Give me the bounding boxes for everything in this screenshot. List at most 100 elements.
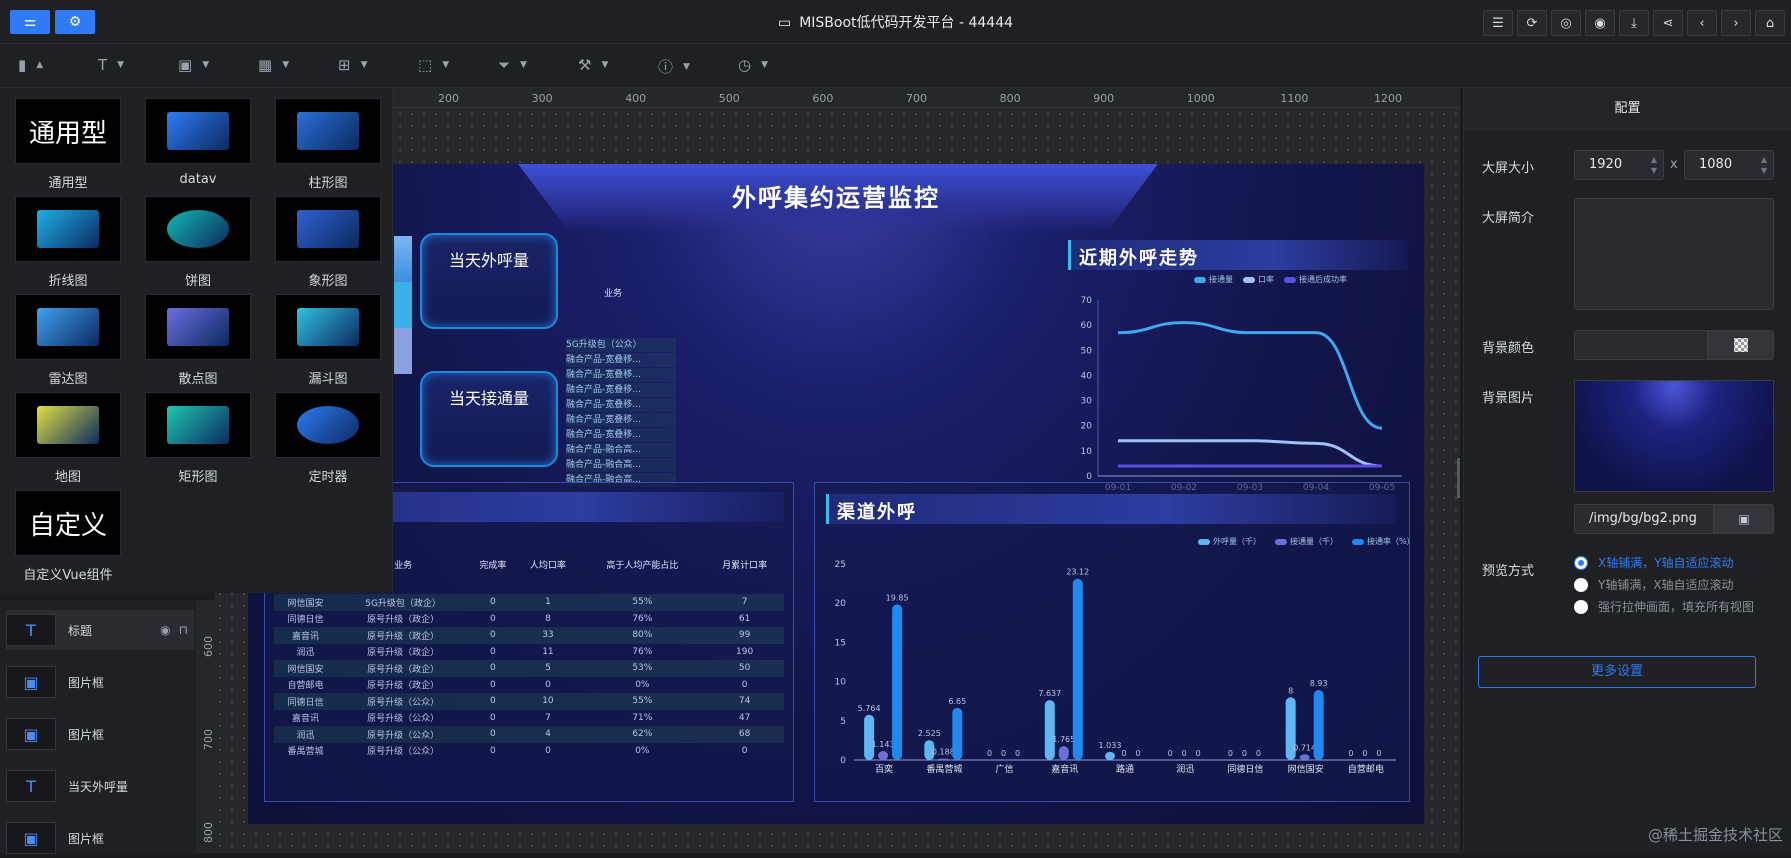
radio-dot[interactable] (1574, 556, 1588, 570)
palette-item[interactable]: 定时器 (275, 392, 381, 485)
palette-label: 折线图 (15, 270, 121, 289)
table-tool[interactable]: ⊞▼ (338, 56, 368, 74)
border-tool[interactable]: ⬚▼ (418, 56, 449, 74)
table-cell: 55% (579, 693, 705, 710)
tab-config[interactable]: 配置 (1464, 88, 1791, 130)
palette-item[interactable]: datav (145, 98, 251, 187)
bar-value-label: 0 (1015, 749, 1020, 758)
screen-width-value: 1920 (1589, 157, 1622, 172)
refresh-icon[interactable]: ⟳ (1517, 10, 1547, 36)
palette-item[interactable]: 散点图 (145, 294, 251, 387)
palette-label: 雷达图 (15, 368, 121, 387)
screen-height-input[interactable]: 1080▲▼ (1684, 150, 1774, 180)
palette-item[interactable]: 象形图 (275, 196, 381, 289)
palette-label: 散点图 (145, 368, 251, 387)
table-row: 番禺营城原号升级（公众）000%0 (274, 743, 784, 760)
mini-list-item: 融合产品-融合高... (566, 458, 676, 472)
ruler-label: 300 (532, 92, 553, 105)
x-tick-label: 润迅 (1176, 763, 1194, 775)
layer-item[interactable]: ▣图片框 (6, 714, 194, 754)
notes-icon[interactable]: ☰ (1483, 10, 1513, 36)
bar-value-label: 0.188 (932, 748, 955, 757)
palette-thumb (275, 98, 381, 164)
radio-dot[interactable] (1574, 600, 1588, 614)
layer-item[interactable]: ▣图片框 (6, 662, 194, 702)
share-icon[interactable]: ⋖ (1653, 10, 1683, 36)
palette-thumb (275, 196, 381, 262)
layer-item[interactable]: T标题◉⊓ (6, 610, 194, 650)
eye-icon[interactable]: ◉ (160, 623, 170, 637)
palette-thumb: 通用型 (15, 98, 121, 164)
grid-tool[interactable]: ▦▼ (258, 56, 289, 74)
palette-item[interactable]: 饼图 (145, 196, 251, 289)
table-row: 自营邮电原号升级（政企）000%0 (274, 677, 784, 694)
text-tool[interactable]: T▼ (98, 56, 124, 74)
palette-item[interactable]: 矩形图 (145, 392, 251, 485)
x-tick-label: 自营邮电 (1348, 763, 1384, 775)
prev-icon[interactable]: ‹ (1687, 10, 1717, 36)
ruler-label: 900 (1093, 92, 1114, 105)
palette-item[interactable]: 雷达图 (15, 294, 121, 387)
palette-item[interactable]: 通用型通用型 (15, 98, 121, 191)
preview-mode-radio[interactable]: X轴铺满，Y轴自适应滚动 (1574, 554, 1734, 571)
y-tick-label: 0 (840, 756, 846, 766)
bar-value-label: 6.65 (948, 697, 966, 706)
lock-icon[interactable]: ⊓ (179, 623, 188, 637)
more-settings-button[interactable]: 更多设置 (1478, 656, 1756, 688)
canvas-scrollbar[interactable] (1457, 458, 1460, 498)
color-picker-button[interactable] (1708, 330, 1774, 360)
camera-icon[interactable]: ◎ (1551, 10, 1581, 36)
image-picker-icon[interactable]: ▣ (1714, 504, 1774, 534)
layer-item[interactable]: ▣图片框 (6, 818, 194, 858)
table-cell: 0 (469, 726, 516, 743)
daily-connected-card[interactable]: 当天接通量 (420, 371, 558, 467)
bar-value-label: 23.12 (1066, 568, 1089, 577)
bar-value-label: 0 (1256, 749, 1261, 758)
x-tick-label: 广信 (996, 763, 1014, 775)
bar-value-label: 0 (1182, 749, 1187, 758)
brush-tool[interactable]: ⚒▼ (578, 56, 608, 74)
screen-intro-textarea[interactable] (1574, 198, 1774, 310)
info-icon: ⓘ (658, 56, 673, 77)
screen-width-input[interactable]: 1920 ▲▼ (1574, 150, 1664, 180)
radio-dot[interactable] (1574, 578, 1588, 592)
palette-item[interactable]: 自定义自定义Vue组件 (15, 490, 121, 583)
bg-color-input[interactable] (1574, 330, 1708, 360)
bg-image-preview[interactable] (1574, 380, 1774, 492)
next-icon[interactable]: › (1721, 10, 1751, 36)
table-cell: 0% (579, 743, 705, 760)
preview-mode-radio[interactable]: 强行拉伸画面，填充所有视图 (1574, 598, 1754, 615)
width-spinner[interactable]: ▲▼ (1651, 154, 1657, 176)
table-cell: 4 (516, 726, 579, 743)
bg-image-label: 背景图片 (1482, 387, 1534, 406)
bar (878, 751, 888, 760)
download-icon[interactable]: ⤓ (1619, 10, 1649, 36)
palette-label: 通用型 (15, 172, 121, 191)
clock-tool[interactable]: ◷▼ (738, 56, 768, 74)
image-icon: ▣ (6, 718, 56, 750)
filter-tool[interactable]: ⏷▼ (498, 56, 527, 74)
height-spinner[interactable]: ▲▼ (1761, 154, 1767, 176)
table-cell: 原号升级（政企） (337, 627, 469, 644)
palette-item[interactable]: 柱形图 (275, 98, 381, 191)
y-tick-label: 20 (1081, 422, 1093, 432)
y-tick-label: 25 (835, 560, 846, 570)
palette-item[interactable]: 地图 (15, 392, 121, 485)
chart-tool[interactable]: ▮▲ (18, 56, 43, 74)
preview-mode-radio[interactable]: Y轴铺满，X轴自适应滚动 (1574, 576, 1734, 593)
palette-item[interactable]: 折线图 (15, 196, 121, 289)
palette-item[interactable]: 漏斗图 (275, 294, 381, 387)
legend-swatch (1243, 277, 1255, 283)
component-toolbar: ▮▲ T▼ ▣▼ ▦▼ ⊞▼ ⬚▼ ⏷▼ ⚒▼ ⓘ▼ ◷▼ (0, 44, 1791, 88)
image-tool[interactable]: ▣▼ (178, 56, 209, 74)
home-icon[interactable]: ⌂ (1755, 10, 1785, 36)
radio-label: 强行拉伸画面，填充所有视图 (1598, 598, 1754, 615)
layer-item[interactable]: T当天外呼量 (6, 766, 194, 806)
legend-label: 外呼量（千） (1213, 536, 1261, 547)
dashboard-screen[interactable]: 外呼集约运营监控 当天外呼量 当天接通量 业务 5G升级包（公众）融合产品-宽叠… (248, 164, 1424, 824)
eye-icon[interactable]: ◉ (1585, 10, 1615, 36)
bg-image-path-input[interactable]: /img/bg/bg2.png (1574, 504, 1714, 534)
info-tool[interactable]: ⓘ▼ (658, 56, 690, 77)
x-tick-label: 番禺营城 (926, 763, 962, 775)
daily-calls-card[interactable]: 当天外呼量 (420, 233, 558, 329)
